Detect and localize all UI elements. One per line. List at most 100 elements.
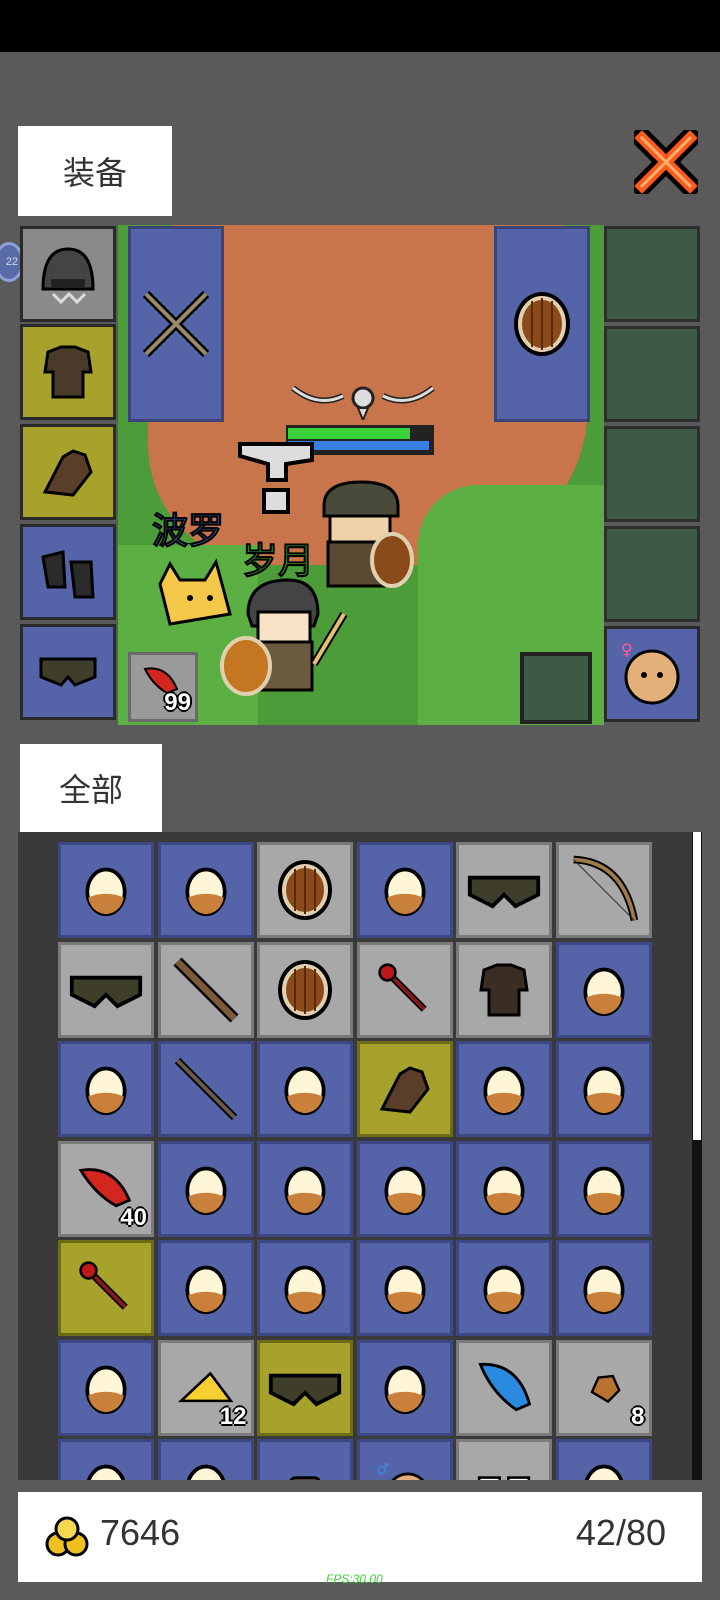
inventory-slot[interactable] xyxy=(157,1240,254,1336)
inventory-slot[interactable] xyxy=(157,1439,254,1480)
inventory-slot[interactable] xyxy=(58,1240,154,1336)
inventory-slot[interactable]: 12 xyxy=(157,1339,254,1436)
inventory-slot[interactable]: 8 xyxy=(555,1339,652,1436)
inventory-slot[interactable]: ♂ xyxy=(356,1439,453,1480)
inventory-slot[interactable] xyxy=(456,1041,552,1137)
armor-slot[interactable] xyxy=(20,324,116,420)
pet-slot[interactable]: ♀ xyxy=(604,626,700,722)
rank-crest-icon xyxy=(291,385,435,420)
shield-icon xyxy=(275,858,335,922)
accessory-slot-1[interactable] xyxy=(604,226,700,322)
inventory-slot[interactable] xyxy=(555,842,652,938)
tab-all-items[interactable]: 全部 xyxy=(20,744,162,832)
inventory-slot[interactable]: 40 xyxy=(58,1140,154,1237)
inventory-slot[interactable] xyxy=(356,1140,453,1237)
mount-slot[interactable] xyxy=(604,526,700,622)
gold-coins-icon xyxy=(45,1516,89,1557)
inventory-slot[interactable] xyxy=(157,1041,254,1137)
accessory-slot-3[interactable] xyxy=(604,426,700,522)
egg-icon xyxy=(377,862,433,918)
crossed-weapons-icon xyxy=(142,290,210,358)
close-icon[interactable] xyxy=(634,130,698,194)
inventory-slot[interactable] xyxy=(257,941,353,1038)
skill-slot[interactable] xyxy=(520,652,592,724)
shield-slot[interactable] xyxy=(494,226,590,422)
fps-counter: FPS:30.00 xyxy=(326,1572,383,1586)
inventory-slot[interactable] xyxy=(555,941,652,1038)
inventory-slot[interactable] xyxy=(456,842,552,938)
pet-card-icon: ♂ xyxy=(372,1459,438,1480)
inventory-slot[interactable] xyxy=(257,1041,353,1137)
bow-icon xyxy=(566,852,642,928)
inventory-grid: 40 12 8 8 ♂ xyxy=(58,842,655,1480)
inventory-slot[interactable] xyxy=(257,1140,353,1237)
spear-icon xyxy=(168,1051,244,1127)
inventory-slot[interactable] xyxy=(555,1240,652,1336)
ammo-slot[interactable]: 99 xyxy=(128,652,198,722)
pants-icon xyxy=(68,966,144,1014)
inventory-slot[interactable] xyxy=(356,1339,453,1436)
inventory-scrollbar[interactable] xyxy=(692,832,702,1480)
glove-slot[interactable] xyxy=(20,424,116,520)
inventory-slot[interactable] xyxy=(157,941,254,1038)
inventory-slot[interactable] xyxy=(356,1041,453,1137)
weapon-slot[interactable] xyxy=(128,226,224,422)
inventory-slot[interactable] xyxy=(456,1240,552,1336)
egg-icon xyxy=(576,1260,632,1316)
egg-icon xyxy=(576,1161,632,1217)
inventory-slot[interactable] xyxy=(58,1041,154,1137)
inventory-slot[interactable] xyxy=(257,1240,353,1336)
inventory-slot[interactable] xyxy=(58,1339,154,1436)
helmet-icon xyxy=(41,247,95,305)
pants-slot[interactable] xyxy=(20,624,116,720)
inventory-slot[interactable] xyxy=(257,1339,353,1436)
egg-icon xyxy=(476,1260,532,1316)
inventory-slot[interactable] xyxy=(356,1240,453,1336)
armor-icon xyxy=(43,345,93,399)
egg-icon xyxy=(576,1061,632,1117)
egg-icon xyxy=(277,1161,333,1217)
ammo-count: 99 xyxy=(164,689,191,716)
inventory-slot[interactable] xyxy=(58,842,154,938)
egg-icon xyxy=(277,1260,333,1316)
egg-icon xyxy=(476,1161,532,1217)
glove-icon xyxy=(42,449,93,497)
inventory-slot[interactable] xyxy=(58,1439,154,1480)
egg-icon xyxy=(377,1360,433,1416)
boots-slot[interactable] xyxy=(20,524,116,620)
inventory-slot[interactable] xyxy=(257,842,353,938)
egg-icon xyxy=(178,1260,234,1316)
inventory-slot[interactable] xyxy=(356,842,453,938)
inventory-slot[interactable] xyxy=(456,1439,552,1480)
helmet-slot[interactable] xyxy=(20,226,116,322)
item-count: 40 xyxy=(120,1203,147,1231)
boots-icon xyxy=(41,550,95,599)
inventory-slot[interactable] xyxy=(157,1140,254,1237)
ore-icon xyxy=(584,1368,624,1408)
accessory-slot-2[interactable] xyxy=(604,326,700,422)
inventory-slot[interactable] xyxy=(58,941,154,1038)
inventory-slot[interactable] xyxy=(456,941,552,1038)
inventory-slot[interactable] xyxy=(157,842,254,938)
potion-icon xyxy=(277,1459,333,1480)
pet-name-label: 波罗 xyxy=(151,510,225,552)
item-count: 12 xyxy=(219,1402,247,1430)
inventory-slot[interactable] xyxy=(555,1439,652,1480)
inventory-slot[interactable] xyxy=(555,1041,652,1137)
inventory-slot[interactable] xyxy=(456,1339,552,1436)
goggles-icon xyxy=(474,1465,534,1480)
scrollbar-thumb[interactable] xyxy=(693,832,701,1140)
player-hero-sprite xyxy=(220,578,348,696)
inventory-slot[interactable]: 8 xyxy=(257,1439,353,1480)
wand-icon xyxy=(71,1253,141,1323)
hero-name-label: 岁月 xyxy=(241,540,315,582)
glove-icon xyxy=(370,1054,440,1124)
inventory-panel[interactable]: 40 12 8 8 ♂ xyxy=(18,832,702,1480)
inventory-slot[interactable] xyxy=(555,1140,652,1237)
inventory-slot[interactable] xyxy=(356,941,453,1038)
egg-icon xyxy=(178,1459,234,1480)
egg-icon xyxy=(576,962,632,1018)
inventory-slot[interactable] xyxy=(456,1140,552,1237)
egg-icon xyxy=(377,1260,433,1316)
tab-equipment[interactable]: 装备 xyxy=(18,126,172,216)
